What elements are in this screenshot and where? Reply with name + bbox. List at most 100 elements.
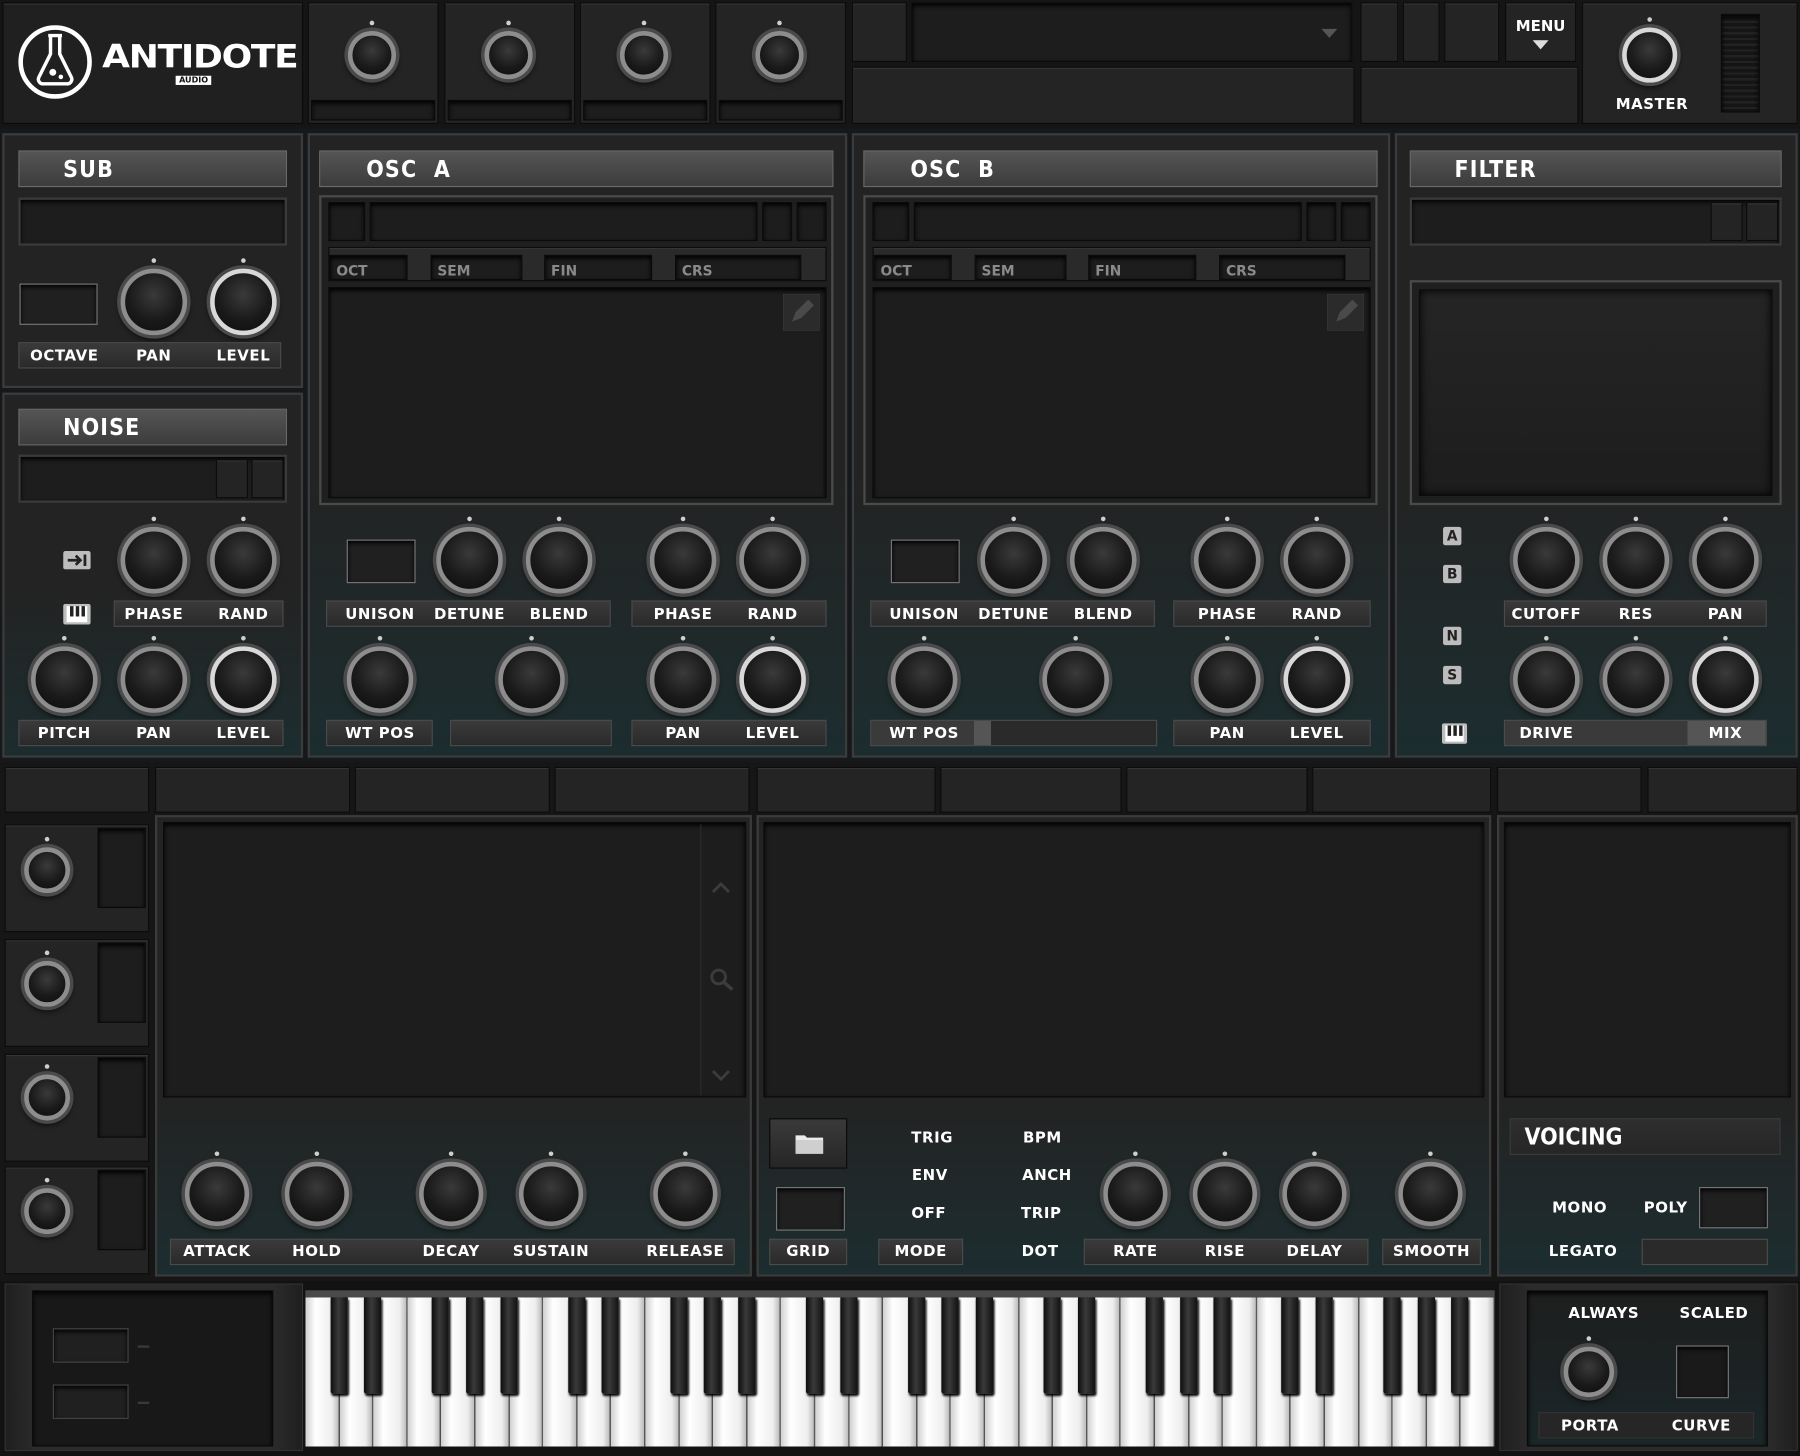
preset-button-3[interactable] (1444, 2, 1500, 62)
envelope-display[interactable] (163, 821, 747, 1098)
voicing-poly-box[interactable] (1699, 1187, 1768, 1229)
lfo-delay-knob[interactable] (1282, 1151, 1347, 1227)
voicing-legato-option[interactable]: LEGATO (1543, 1243, 1623, 1261)
osc-a-phase-knob[interactable] (649, 516, 717, 594)
sub-octave-box[interactable] (19, 283, 98, 325)
sub-level-knob[interactable] (210, 258, 277, 336)
fx-tab-2[interactable] (1647, 766, 1798, 813)
menu-button[interactable]: MENU (1505, 2, 1577, 62)
macro-knob-1[interactable] (347, 20, 397, 80)
osc-b-wavetable-view[interactable] (872, 287, 1371, 499)
noise-level-knob[interactable] (210, 635, 277, 713)
sub-pan-knob[interactable] (120, 258, 188, 336)
black-key[interactable] (1077, 1297, 1095, 1394)
osc-b-fin-field[interactable]: FIN (1088, 254, 1197, 281)
macro-knob-4[interactable] (755, 20, 804, 80)
black-key[interactable] (1145, 1297, 1163, 1394)
macro-knob-2[interactable] (484, 20, 533, 80)
lfo-tab-2[interactable] (940, 766, 1122, 813)
black-key[interactable] (1179, 1297, 1197, 1394)
mod-amount-knob-4[interactable] (24, 1177, 71, 1235)
osc-a-sem-field[interactable]: SEM (430, 254, 523, 281)
osc-b-wtpos-mod-knob[interactable] (1042, 635, 1109, 713)
search-icon[interactable] (708, 967, 736, 992)
black-key[interactable] (364, 1297, 382, 1394)
fx-display[interactable] (1503, 821, 1791, 1098)
piano-keyboard[interactable] (305, 1290, 1495, 1447)
black-key[interactable] (432, 1297, 450, 1394)
lfo-tab-3[interactable] (1126, 766, 1308, 813)
osc-b-oct-field[interactable]: OCT (873, 254, 952, 281)
filter-drive-mod-knob[interactable] (1602, 635, 1670, 713)
osc-b-crs-field[interactable]: CRS (1219, 254, 1346, 281)
black-key[interactable] (907, 1297, 926, 1394)
black-key[interactable] (500, 1297, 518, 1394)
black-key[interactable] (805, 1297, 824, 1394)
black-key[interactable] (1213, 1297, 1231, 1394)
mod-wheel-box[interactable] (52, 1384, 129, 1419)
sub-waveform-display[interactable] (18, 197, 287, 246)
osc-b-pan-knob[interactable] (1193, 635, 1261, 713)
filter-cutoff-knob[interactable] (1513, 516, 1580, 594)
osc-b-wt-next[interactable] (1306, 202, 1337, 242)
black-key[interactable] (703, 1297, 722, 1394)
black-key[interactable] (1281, 1297, 1299, 1394)
lfo-display[interactable] (763, 821, 1485, 1098)
voicing-mono-option[interactable]: MONO (1545, 1200, 1614, 1218)
black-key[interactable] (330, 1297, 348, 1394)
noise-pan-knob[interactable] (120, 635, 188, 713)
black-key[interactable] (737, 1297, 756, 1394)
black-key[interactable] (975, 1297, 994, 1394)
black-key[interactable] (669, 1297, 688, 1394)
lfo-rise-knob[interactable] (1192, 1151, 1258, 1227)
porta-curve-box[interactable] (1676, 1345, 1729, 1399)
porta-knob[interactable] (1563, 1336, 1615, 1398)
osc-b-wavetable-selector[interactable] (913, 202, 1302, 242)
lfo-tab-1[interactable] (756, 766, 936, 813)
black-key[interactable] (839, 1297, 858, 1394)
mod-amount-knob-2[interactable] (24, 950, 71, 1007)
osc-a-rand-knob[interactable] (739, 516, 806, 594)
black-key[interactable] (1043, 1297, 1061, 1394)
osc-b-wt-prev[interactable] (872, 202, 910, 242)
piano-keys[interactable] (305, 1297, 1495, 1447)
lfo-grid-box[interactable] (776, 1187, 845, 1231)
env-tab-1[interactable] (154, 766, 351, 813)
filter-mix-knob[interactable] (1692, 635, 1759, 713)
osc-a-crs-field[interactable]: CRS (675, 254, 802, 281)
lfo-sync-trip[interactable]: TRIP (1007, 1205, 1076, 1223)
black-key[interactable] (466, 1297, 484, 1394)
osc-a-pan-knob[interactable] (649, 635, 717, 713)
osc-a-oct-field[interactable]: OCT (329, 254, 408, 281)
lfo-mode-trig[interactable]: TRIG (898, 1130, 967, 1148)
black-key[interactable] (1383, 1297, 1401, 1394)
lfo-tab-4[interactable] (1312, 766, 1492, 813)
osc-a-fin-field[interactable]: FIN (544, 254, 653, 281)
filter-route-n[interactable]: N (1443, 626, 1462, 646)
filter-route-s[interactable]: S (1443, 665, 1462, 685)
mod-amount-knob-1[interactable] (24, 836, 71, 894)
env-release-knob[interactable] (653, 1151, 718, 1227)
black-key[interactable] (1315, 1297, 1333, 1394)
chevron-down-icon[interactable] (711, 1070, 730, 1082)
osc-a-unison-box[interactable] (346, 539, 416, 584)
osc-b-sem-field[interactable]: SEM (974, 254, 1067, 281)
osc-b-wtpos-knob[interactable] (890, 635, 958, 713)
macro-knob-3[interactable] (619, 20, 669, 80)
osc-a-wt-next[interactable] (762, 202, 793, 242)
osc-b-edit-pencil-icon[interactable] (1327, 293, 1364, 331)
black-key[interactable] (568, 1297, 586, 1394)
mod-amount-knob-3[interactable] (24, 1064, 71, 1121)
mod-tab-left[interactable] (4, 766, 150, 813)
envelope-scrollbar[interactable] (700, 824, 744, 1096)
env-hold-knob[interactable] (284, 1151, 349, 1227)
voicing-legato-bar[interactable] (1641, 1238, 1768, 1266)
black-key[interactable] (941, 1297, 960, 1394)
noise-next-button[interactable] (251, 459, 284, 499)
lfo-rate-knob[interactable] (1103, 1151, 1168, 1227)
black-key[interactable] (1451, 1297, 1469, 1394)
preset-dropdown[interactable] (911, 2, 1353, 62)
porta-scaled-option[interactable]: SCALED (1674, 1305, 1754, 1323)
noise-rand-knob[interactable] (210, 516, 277, 594)
osc-a-blend-knob[interactable] (525, 516, 593, 594)
